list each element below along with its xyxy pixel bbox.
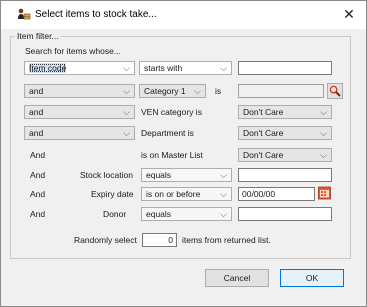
chevron-down-icon: ⌵	[220, 189, 227, 199]
master-list-label: is on Master List	[141, 150, 203, 160]
connector-select-2[interactable]: and ⌵	[24, 84, 135, 98]
connector-select-3[interactable]: and ⌵	[24, 105, 135, 119]
connector-value: and	[29, 128, 44, 138]
chevron-down-icon: ⌵	[320, 150, 327, 160]
search-value-input[interactable]	[238, 61, 332, 75]
master-list-select[interactable]: Don't Care ⌵	[238, 148, 332, 162]
donor-label: Donor	[103, 209, 127, 219]
chevron-down-icon: ⌵	[220, 209, 227, 219]
donor-input[interactable]	[238, 207, 332, 221]
chevron-down-icon: ⌵	[220, 63, 227, 73]
operator-select[interactable]: starts with ⌵	[139, 61, 232, 75]
title-bar: Select items to stock take... ✕	[1, 1, 366, 29]
select-items-dialog: Select items to stock take... ✕ Item fil…	[0, 0, 367, 307]
category-search-button[interactable]	[327, 83, 343, 99]
magnifier-icon	[329, 85, 341, 99]
calendar-button[interactable]	[318, 186, 331, 200]
cancel-button[interactable]: Cancel	[205, 269, 269, 287]
random-count-input[interactable]: 0	[142, 233, 177, 247]
department-value: Don't Care	[243, 128, 284, 138]
window-title: Select items to stock take...	[35, 9, 157, 20]
close-button[interactable]: ✕	[334, 3, 364, 25]
operator-select-value: starts with	[144, 63, 183, 73]
expiry-date-label: Expiry date	[91, 189, 134, 199]
field-select[interactable]: Item code ⌵	[24, 61, 135, 75]
random-suffix-label: items from returned list.	[182, 235, 271, 245]
connector-value: and	[29, 86, 44, 96]
expiry-operator-value: is on or before	[146, 189, 201, 199]
and-label-7: And	[30, 189, 46, 199]
chevron-down-icon: ⌵	[194, 86, 201, 96]
stock-take-icon	[17, 7, 31, 21]
is-label: is	[215, 86, 222, 96]
category-select[interactable]: Category 1 ⌵	[139, 84, 206, 98]
donor-operator-value: equals	[146, 209, 172, 219]
category-value-input[interactable]	[238, 84, 324, 98]
department-label: Department is	[141, 128, 194, 138]
stock-location-operator-value: equals	[146, 170, 172, 180]
stock-location-label: Stock location	[80, 170, 133, 180]
chevron-down-icon: ⌵	[123, 63, 130, 73]
stock-location-operator-select[interactable]: equals ⌵	[141, 168, 232, 182]
randomly-select-label: Randomly select	[74, 235, 137, 245]
chevron-down-icon: ⌵	[123, 128, 130, 138]
ok-button[interactable]: OK	[280, 269, 344, 287]
calendar-icon	[318, 186, 331, 202]
connector-value: and	[29, 107, 44, 117]
and-label-5: And	[30, 150, 46, 160]
donor-operator-select[interactable]: equals ⌵	[141, 207, 232, 221]
ven-category-value: Don't Care	[243, 107, 284, 117]
ven-category-select[interactable]: Don't Care ⌵	[238, 105, 332, 119]
chevron-down-icon: ⌵	[320, 107, 327, 117]
expiry-operator-select[interactable]: is on or before ⌵	[141, 187, 232, 201]
connector-select-4[interactable]: and ⌵	[24, 126, 135, 140]
chevron-down-icon: ⌵	[123, 107, 130, 117]
and-label-8: And	[30, 209, 46, 219]
expiry-date-input[interactable]: 00/00/00	[238, 187, 315, 201]
master-list-value: Don't Care	[243, 150, 284, 160]
item-filter-label: Item filter...	[17, 31, 59, 41]
chevron-down-icon: ⌵	[123, 86, 130, 96]
ven-category-label: VEN category is	[141, 107, 202, 117]
search-prompt: Search for items whose...	[25, 46, 121, 56]
stock-location-input[interactable]	[238, 168, 332, 182]
and-label-6: And	[30, 170, 46, 180]
chevron-down-icon: ⌵	[320, 128, 327, 138]
category-value: Category 1	[144, 86, 186, 96]
department-select[interactable]: Don't Care ⌵	[238, 126, 332, 140]
chevron-down-icon: ⌵	[220, 170, 227, 180]
field-select-value: Item code	[29, 63, 67, 73]
